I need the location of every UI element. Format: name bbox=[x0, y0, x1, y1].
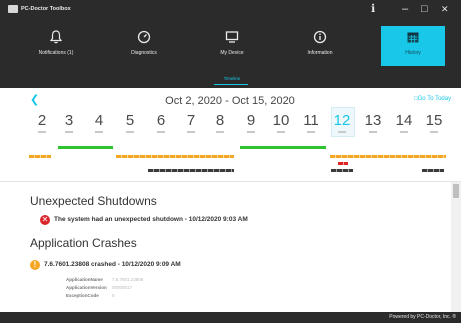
weekday-mark bbox=[393, 130, 415, 134]
shutdown-event-text[interactable]: The system had an unexpected shutdown - … bbox=[54, 216, 248, 223]
weekday-mark bbox=[58, 130, 80, 134]
day-2[interactable]: 2 bbox=[31, 112, 53, 130]
day-8[interactable]: 8 bbox=[209, 112, 231, 130]
timeline-bar-orange[interactable] bbox=[330, 155, 446, 158]
day-4[interactable]: 4 bbox=[88, 112, 110, 130]
sub-tab-indicator bbox=[214, 84, 248, 85]
calendar-icon bbox=[381, 30, 445, 48]
info-icon[interactable]: ℹ bbox=[371, 2, 375, 16]
scrollbar-thumb[interactable] bbox=[453, 184, 459, 198]
error-icon: ✕ bbox=[40, 215, 50, 225]
detail-key: ApplicationVersion bbox=[66, 285, 107, 290]
tab-diagnostics-label: Diagnostics bbox=[131, 50, 157, 56]
weekday-mark bbox=[31, 130, 53, 134]
weekday-mark bbox=[300, 130, 322, 134]
app-logo bbox=[8, 5, 18, 13]
title-bar bbox=[0, 0, 461, 26]
day-12[interactable]: 12 bbox=[331, 112, 353, 130]
tab-information-label: Information bbox=[307, 50, 333, 56]
day-3[interactable]: 3 bbox=[58, 112, 80, 130]
weekday-mark bbox=[270, 130, 292, 134]
weekday-mark bbox=[362, 130, 384, 134]
app-title: PC-Doctor Toolbox bbox=[21, 6, 71, 12]
weekday-mark bbox=[119, 130, 141, 134]
tab-history-label: History bbox=[405, 50, 421, 56]
minimize-button[interactable]: – bbox=[402, 2, 408, 16]
weekday-mark bbox=[240, 130, 262, 134]
section-title-application-crashes: Application Crashes bbox=[30, 236, 137, 250]
weekday-mark bbox=[331, 130, 353, 134]
monitor-icon bbox=[196, 30, 268, 48]
tab-diagnostics[interactable]: Diagnostics bbox=[108, 26, 180, 66]
timeline-bar-dark[interactable] bbox=[148, 169, 234, 172]
timeline-bar-green[interactable] bbox=[240, 146, 326, 149]
previous-range-button[interactable]: ❮ bbox=[30, 94, 39, 106]
day-6[interactable]: 6 bbox=[150, 112, 172, 130]
weekday-mark bbox=[423, 130, 445, 134]
day-9[interactable]: 9 bbox=[240, 112, 262, 130]
footer-credit: Powered by PC-Doctor, Inc. ® bbox=[389, 314, 456, 320]
maximize-button[interactable]: □ bbox=[421, 2, 428, 16]
date-range-title: Oct 2, 2020 - Oct 15, 2020 bbox=[165, 95, 295, 107]
tab-notifications[interactable]: Notifications (1) bbox=[20, 26, 92, 66]
day-7[interactable]: 7 bbox=[180, 112, 202, 130]
close-button[interactable]: ✕ bbox=[441, 2, 449, 16]
crash-event-text[interactable]: 7.6.7601.23808 crashed - 10/12/2020 9:09… bbox=[44, 261, 181, 268]
timeline-bar-green[interactable] bbox=[58, 146, 113, 149]
day-14[interactable]: 14 bbox=[393, 112, 415, 130]
day-15[interactable]: 15 bbox=[423, 112, 445, 130]
timeline-bar-red[interactable] bbox=[338, 162, 348, 165]
divider bbox=[0, 181, 461, 182]
tab-my-device[interactable]: My Device bbox=[196, 26, 268, 66]
timeline-bar-orange[interactable] bbox=[116, 155, 234, 158]
weekday-mark bbox=[209, 130, 231, 134]
info-circle-icon bbox=[284, 30, 356, 48]
tab-information[interactable]: Information bbox=[284, 26, 356, 66]
detail-key: ApplicationName bbox=[66, 277, 103, 282]
detail-value: 7.6.7601.23808 bbox=[112, 277, 144, 282]
go-to-today-label: Go To Today bbox=[417, 96, 452, 102]
tab-my-device-label: My Device bbox=[220, 50, 244, 56]
day-5[interactable]: 5 bbox=[119, 112, 141, 130]
sub-tab-timeline[interactable]: Timeline bbox=[212, 76, 252, 82]
detail-key: ExceptionCode bbox=[66, 293, 99, 298]
day-10[interactable]: 10 bbox=[270, 112, 292, 130]
weekday-mark bbox=[88, 130, 110, 134]
detail-value: 0 bbox=[112, 293, 115, 298]
weekday-mark bbox=[150, 130, 172, 134]
timeline-bar-orange[interactable] bbox=[29, 155, 51, 158]
tab-notifications-label: Notifications (1) bbox=[38, 50, 74, 56]
detail-value: 00000017 bbox=[112, 285, 133, 290]
warning-icon: ! bbox=[30, 260, 40, 270]
gauge-icon bbox=[108, 30, 180, 48]
go-to-today-link[interactable]: □Go To Today bbox=[414, 96, 451, 102]
tab-history[interactable]: History bbox=[381, 26, 445, 66]
day-11[interactable]: 11 bbox=[300, 112, 322, 130]
timeline-bar-dark[interactable] bbox=[331, 169, 353, 172]
day-13[interactable]: 13 bbox=[362, 112, 384, 130]
timeline-bar-dark[interactable] bbox=[422, 169, 444, 172]
weekday-mark bbox=[180, 130, 202, 134]
section-title-unexpected-shutdowns: Unexpected Shutdowns bbox=[30, 194, 157, 208]
scrollbar-track[interactable] bbox=[451, 182, 461, 312]
bell-icon bbox=[20, 30, 92, 48]
